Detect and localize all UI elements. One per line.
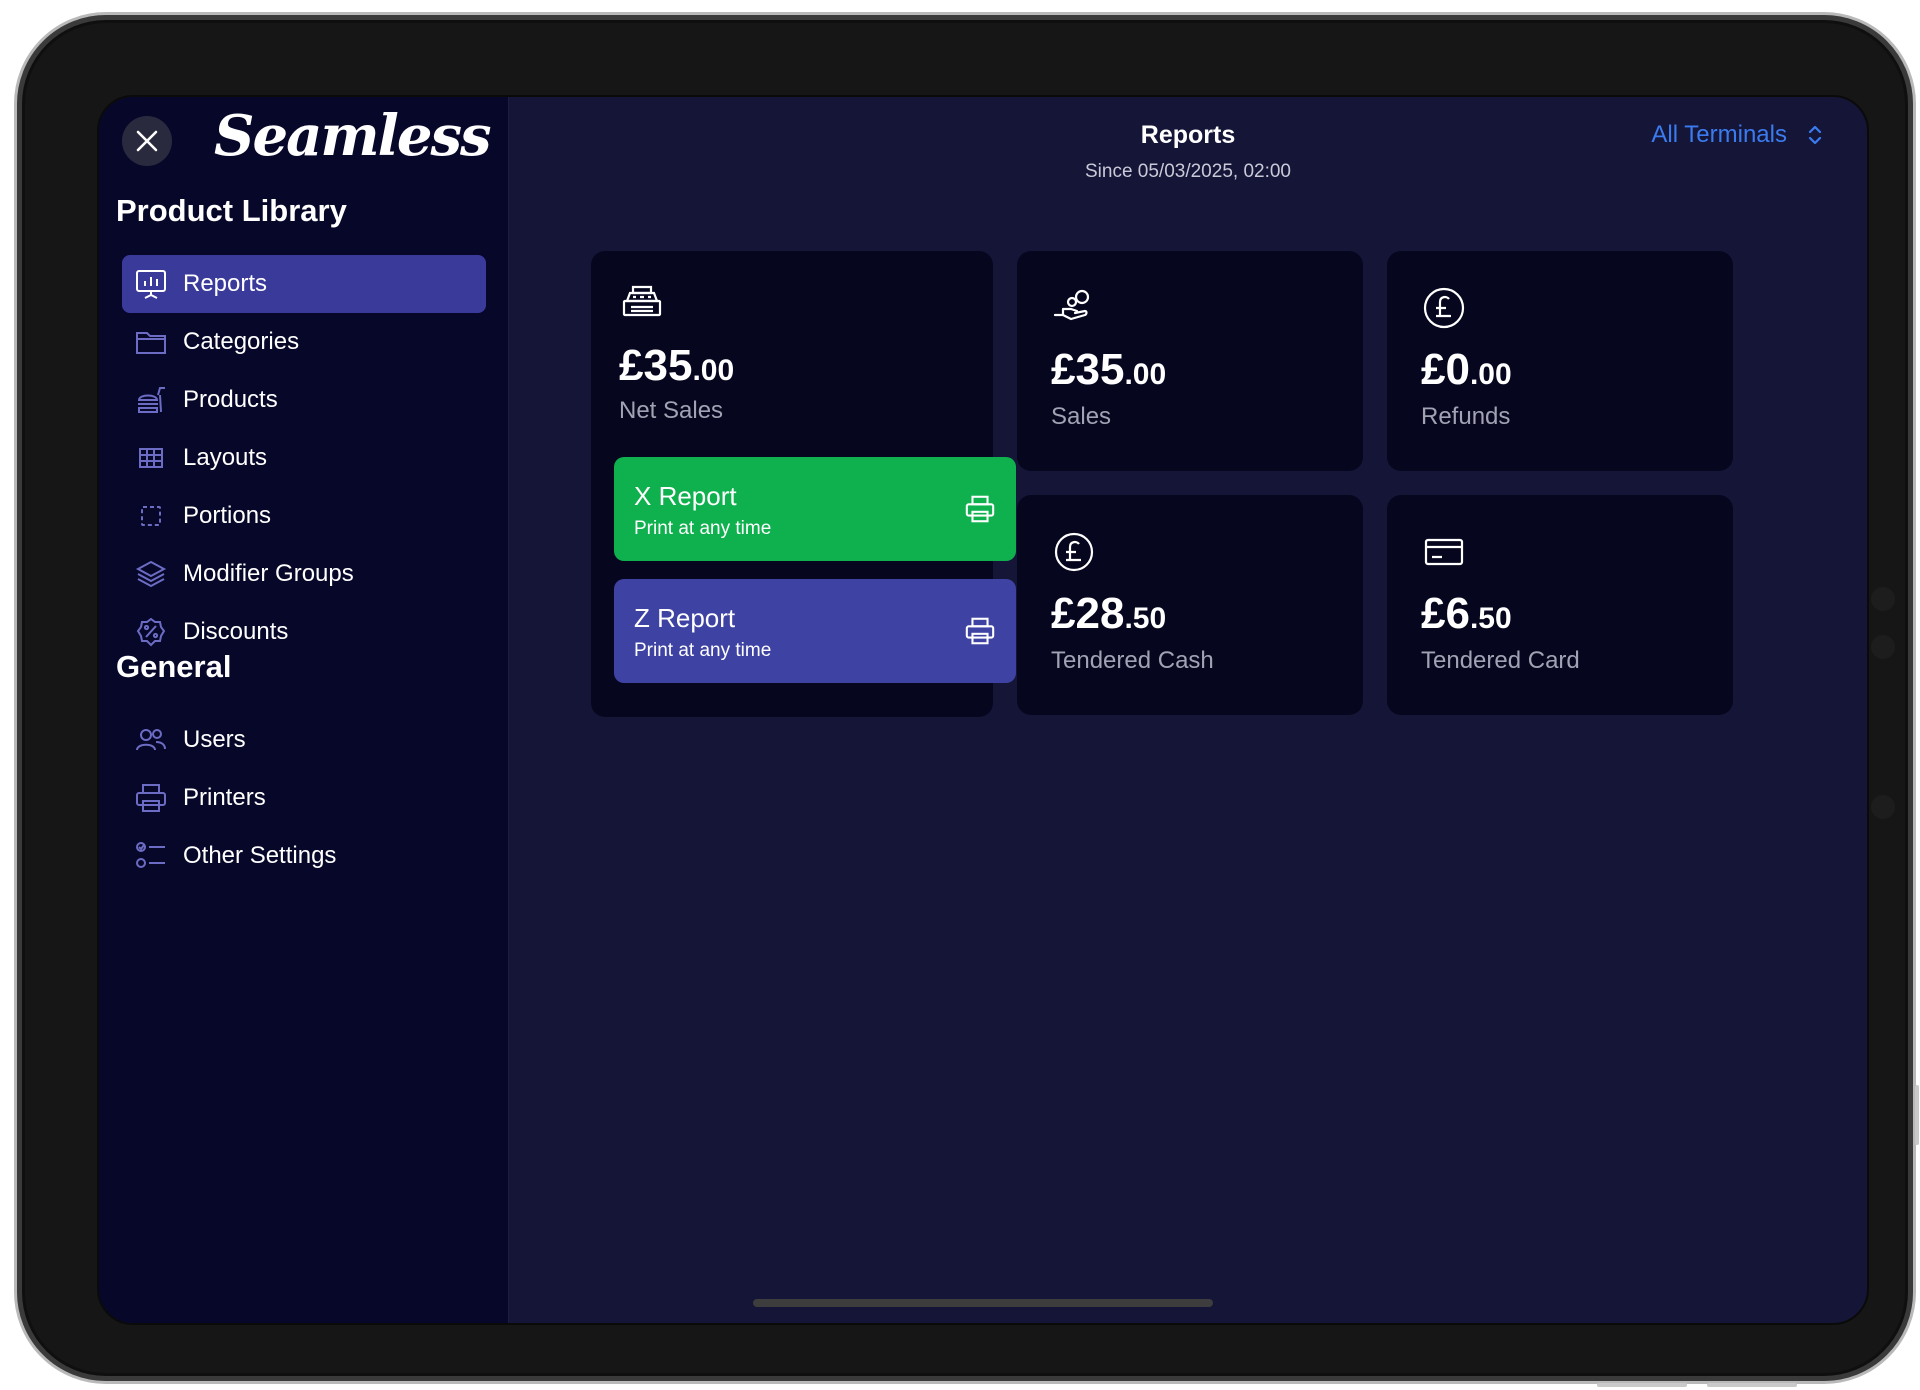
z-report-subtitle: Print at any time	[634, 640, 772, 661]
close-button[interactable]	[122, 116, 172, 166]
page-subtitle: Since 05/03/2025, 02:00	[1084, 161, 1291, 182]
sidebar-item-label: Reports	[183, 270, 268, 297]
sidebar-item-products[interactable]: Products	[122, 371, 486, 429]
amount-fraction: .00	[1469, 358, 1512, 391]
credit-card-icon	[1424, 538, 1464, 566]
home-indicator[interactable]	[753, 1299, 1213, 1307]
z-report-title: Z Report	[634, 603, 736, 633]
z-report-button[interactable]: Z Report Print at any time	[614, 579, 1016, 683]
table-icon	[134, 441, 168, 475]
main-content: Reports Since 05/03/2025, 02:00 All Term…	[509, 97, 1867, 1323]
power-button	[1597, 1383, 1687, 1387]
printer-icon	[965, 495, 995, 523]
tendered-cash-label: Tendered Cash	[1051, 647, 1214, 674]
sidebar-item-label: Layouts	[183, 444, 268, 471]
sales-card: £35.00 Sales	[1017, 251, 1363, 471]
amount-whole: 35	[1075, 345, 1125, 394]
cash-register-icon	[622, 285, 662, 317]
sidebar-item-other-settings[interactable]: Other Settings	[122, 827, 486, 885]
pound-coin-icon	[1054, 532, 1094, 572]
currency-symbol: £	[619, 341, 644, 390]
net-sales-amount: £35.00	[619, 341, 734, 391]
tendered-card-card: £6.50 Tendered Card	[1387, 495, 1733, 715]
layers-icon	[134, 557, 168, 591]
hand-coins-icon	[1053, 289, 1090, 321]
sensor-dot-1	[1871, 587, 1895, 611]
chevron-up-down-icon	[1808, 125, 1822, 145]
terminal-select[interactable]: All Terminals	[1651, 121, 1823, 149]
sidebar-item-printers[interactable]: Printers	[122, 769, 486, 827]
sidebar-item-label: Discounts	[183, 618, 289, 645]
x-report-title: X Report	[634, 481, 737, 511]
sensor-dot-3	[1871, 795, 1895, 819]
sidebar-item-label: Printers	[183, 784, 266, 811]
currency-symbol: £	[1421, 345, 1446, 394]
currency-symbol: £	[1421, 589, 1446, 638]
volume-button-top	[1915, 1085, 1919, 1145]
sidebar-item-label: Users	[183, 726, 246, 753]
section-title-product-library: Product Library	[116, 193, 347, 228]
amount-whole: 35	[643, 341, 693, 390]
printer-icon	[965, 617, 995, 645]
sidebar-item-portions[interactable]: Portions	[122, 487, 486, 545]
close-icon	[136, 130, 158, 152]
net-sales-label: Net Sales	[619, 397, 724, 424]
x-report-button[interactable]: X Report Print at any time	[614, 457, 1016, 561]
sidebar-item-modifier-groups[interactable]: Modifier Groups	[122, 545, 486, 603]
sales-label: Sales	[1051, 403, 1112, 430]
users-icon	[134, 723, 168, 757]
tendered-card-amount: £6.50	[1421, 589, 1512, 639]
sidebar-item-categories[interactable]: Categories	[122, 313, 486, 371]
sidebar-item-label: Categories	[183, 328, 300, 355]
refunds-amount: £0.00	[1421, 345, 1512, 395]
portion-frame-icon	[134, 499, 168, 533]
x-report-subtitle: Print at any time	[634, 518, 772, 539]
sidebar: Seamless Product Library Reports Categor…	[99, 97, 509, 1323]
pound-coin-icon	[1423, 287, 1465, 329]
volume-button-bottom	[1707, 1383, 1797, 1387]
amount-fraction: .00	[1124, 358, 1167, 391]
presentation-chart-icon	[134, 267, 168, 301]
currency-symbol: £	[1051, 589, 1076, 638]
folder-icon	[134, 325, 168, 359]
section-title-general: General	[116, 649, 232, 684]
amount-whole: 0	[1445, 345, 1470, 394]
currency-symbol: £	[1051, 345, 1076, 394]
amount-fraction: .00	[692, 354, 735, 387]
amount-fraction: .50	[1124, 602, 1167, 635]
printer-icon	[134, 781, 168, 815]
tendered-cash-amount: £28.50	[1051, 589, 1166, 639]
sales-amount: £35.00	[1051, 345, 1166, 395]
fast-food-icon	[134, 383, 168, 417]
ipad-frame: Seamless Product Library Reports Categor…	[14, 12, 1919, 1387]
settings-list-icon	[134, 839, 168, 873]
sidebar-item-label: Modifier Groups	[183, 560, 354, 587]
sidebar-item-label: Portions	[183, 502, 272, 529]
tendered-cash-card: £28.50 Tendered Cash	[1017, 495, 1363, 715]
net-sales-card: £35.00 Net Sales X Report Print at any t…	[591, 251, 1016, 717]
amount-whole: 28	[1075, 589, 1125, 638]
sidebar-item-reports[interactable]: Reports	[122, 255, 486, 313]
app-logo: Seamless	[214, 103, 492, 169]
amount-fraction: .50	[1469, 602, 1512, 635]
percent-badge-icon	[134, 615, 168, 649]
tendered-card-label: Tendered Card	[1421, 647, 1580, 674]
sensor-dot-2	[1871, 635, 1895, 659]
refunds-label: Refunds	[1421, 403, 1511, 430]
terminal-select-label: All Terminals	[1651, 121, 1787, 148]
sidebar-item-layouts[interactable]: Layouts	[122, 429, 486, 487]
sidebar-item-users[interactable]: Users	[122, 711, 486, 769]
refunds-card: £0.00 Refunds	[1387, 251, 1733, 471]
amount-whole: 6	[1445, 589, 1470, 638]
sidebar-item-label: Other Settings	[183, 842, 337, 869]
sidebar-item-label: Products	[183, 386, 278, 413]
app-screen: Seamless Product Library Reports Categor…	[97, 95, 1869, 1325]
